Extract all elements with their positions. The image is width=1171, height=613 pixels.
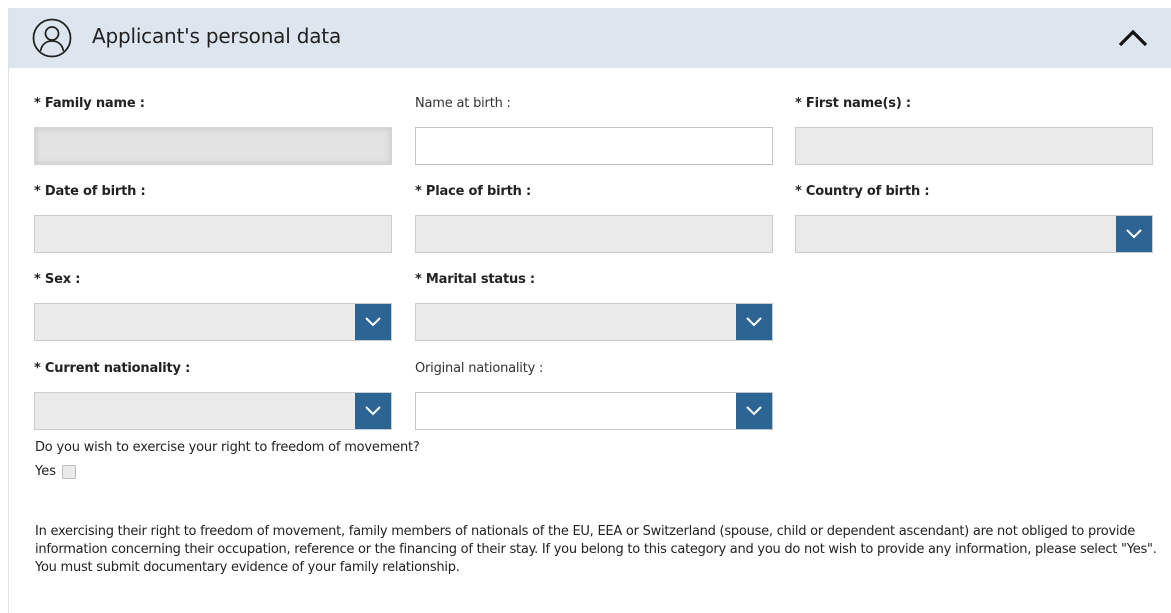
date-of-birth-label: * Date of birth : [34,184,146,199]
current-nationality-field: * Current nationality : [34,360,392,430]
country-of-birth-select[interactable] [795,215,1153,253]
family-name-label: * Family name : [34,96,145,111]
date-of-birth-input[interactable] [34,215,392,253]
name-at-birth-field: Name at birth : [415,95,773,165]
first-names-field: * First name(s) : [795,95,1153,165]
chevron-down-icon [1126,229,1142,239]
sex-label: * Sex : [34,272,81,287]
marital-status-dropdown-button[interactable] [736,304,772,340]
marital-status-select[interactable] [415,303,773,341]
yes-checkbox[interactable] [62,464,76,479]
freedom-of-movement-question: Do you wish to exercise your right to fr… [35,440,420,455]
original-nationality-select[interactable] [415,392,773,430]
family-name-input[interactable] [34,127,392,165]
country-of-birth-dropdown-button[interactable] [1116,216,1152,252]
date-of-birth-field: * Date of birth : [34,183,392,253]
section-title: Applicant's personal data [92,24,342,48]
sex-field: * Sex : [34,271,392,341]
original-nationality-label: Original nationality : [415,361,544,376]
freedom-of-movement-option: Yes [35,464,76,479]
country-of-birth-field: * Country of birth : [795,183,1153,253]
name-at-birth-label: Name at birth : [415,96,511,111]
place-of-birth-field: * Place of birth : [415,183,773,253]
first-names-input[interactable] [795,127,1153,165]
freedom-of-movement-info: In exercising their right to freedom of … [35,524,1157,575]
yes-label: Yes [35,464,56,479]
name-at-birth-input[interactable] [415,127,773,165]
marital-status-label: * Marital status : [415,272,535,287]
country-of-birth-label: * Country of birth : [795,184,930,199]
user-icon [32,18,72,58]
current-nationality-label: * Current nationality : [34,361,191,376]
chevron-up-icon[interactable] [1115,24,1151,52]
marital-status-field: * Marital status : [415,271,773,341]
original-nationality-dropdown-button[interactable] [736,393,772,429]
first-names-label: * First name(s) : [795,96,911,111]
family-name-field: * Family name : [34,95,392,165]
chevron-down-icon [365,406,381,416]
original-nationality-field: Original nationality : [415,360,773,430]
place-of-birth-input[interactable] [415,215,773,253]
chevron-down-icon [365,317,381,327]
sex-select[interactable] [34,303,392,341]
sex-dropdown-button[interactable] [355,304,391,340]
current-nationality-dropdown-button[interactable] [355,393,391,429]
current-nationality-select[interactable] [34,392,392,430]
section-header[interactable]: Applicant's personal data [9,8,1171,68]
personal-data-panel: Applicant's personal data * Family name … [8,8,1171,613]
place-of-birth-label: * Place of birth : [415,184,532,199]
chevron-down-icon [746,317,762,327]
chevron-down-icon [746,406,762,416]
